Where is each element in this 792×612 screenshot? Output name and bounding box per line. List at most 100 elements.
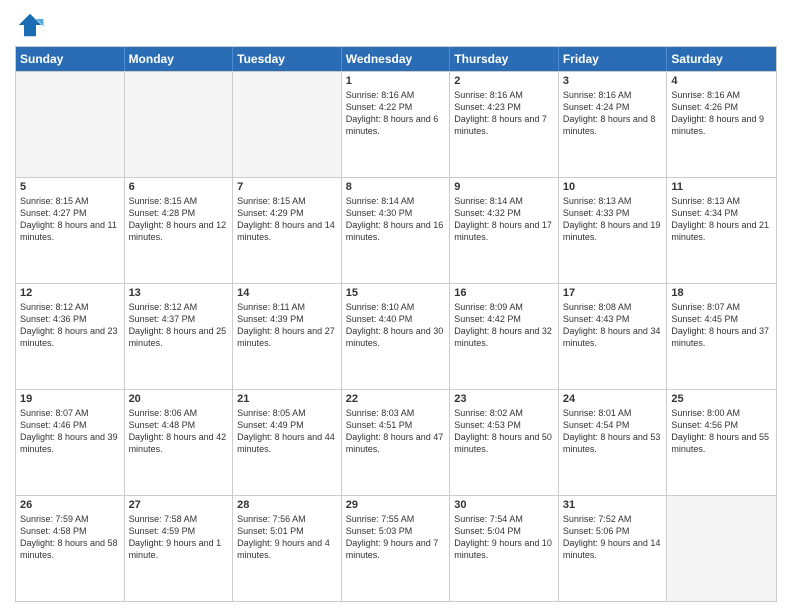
day-number: 18 <box>671 287 772 299</box>
calendar-cell: 17 Sunrise: 8:08 AM Sunset: 4:43 PM Dayli… <box>559 284 668 389</box>
day-info: Sunrise: 8:08 AM Sunset: 4:43 PM Dayligh… <box>563 301 663 350</box>
logo-icon <box>15 10 45 40</box>
day-number: 14 <box>237 287 337 299</box>
calendar-cell <box>125 72 234 177</box>
day-info: Sunrise: 8:07 AM Sunset: 4:45 PM Dayligh… <box>671 301 772 350</box>
calendar-cell: 1 Sunrise: 8:16 AM Sunset: 4:22 PM Daylig… <box>342 72 451 177</box>
calendar-cell: 24Sunrise: 8:01 AM Sunset: 4:54 PM Dayli… <box>559 390 668 495</box>
calendar-cell: 20Sunrise: 8:06 AM Sunset: 4:48 PM Dayli… <box>125 390 234 495</box>
calendar-body: 1 Sunrise: 8:16 AM Sunset: 4:22 PM Daylig… <box>16 71 776 601</box>
calendar-row: 1 Sunrise: 8:16 AM Sunset: 4:22 PM Daylig… <box>16 71 776 177</box>
day-number: 7 <box>237 181 337 193</box>
day-number: 31 <box>563 499 663 511</box>
day-number: 13 <box>129 287 229 299</box>
day-info: Sunrise: 8:12 AM Sunset: 4:36 PM Dayligh… <box>20 301 120 350</box>
day-info: Sunrise: 8:13 AM Sunset: 4:33 PM Dayligh… <box>563 195 663 244</box>
day-number: 17 <box>563 287 663 299</box>
day-info: Sunrise: 8:16 AM Sunset: 4:22 PM Dayligh… <box>346 89 446 138</box>
calendar-row: 5 Sunrise: 8:15 AM Sunset: 4:27 PM Daylig… <box>16 177 776 283</box>
day-number: 8 <box>346 181 446 193</box>
calendar-cell: 26 Sunrise: 7:59 AM Sunset: 4:58 PM Dayli… <box>16 496 125 601</box>
day-number: 3 <box>563 75 663 87</box>
day-info: Sunrise: 8:07 AM Sunset: 4:46 PM Dayligh… <box>20 407 120 456</box>
calendar-cell: 27Sunrise: 7:58 AM Sunset: 4:59 PM Dayli… <box>125 496 234 601</box>
calendar-cell: 31 Sunrise: 7:52 AM Sunset: 5:06 PM Dayli… <box>559 496 668 601</box>
calendar-cell: 9Sunrise: 8:14 AM Sunset: 4:32 PM Daylig… <box>450 178 559 283</box>
logo <box>15 10 49 40</box>
day-number: 19 <box>20 393 120 405</box>
day-info: Sunrise: 8:13 AM Sunset: 4:34 PM Dayligh… <box>671 195 772 244</box>
calendar-cell: 29 Sunrise: 7:55 AM Sunset: 5:03 PM Dayli… <box>342 496 451 601</box>
day-number: 10 <box>563 181 663 193</box>
day-info: Sunrise: 8:02 AM Sunset: 4:53 PM Dayligh… <box>454 407 554 456</box>
weekday-header: Wednesday <box>342 47 451 71</box>
calendar-row: 19 Sunrise: 8:07 AM Sunset: 4:46 PM Dayli… <box>16 389 776 495</box>
day-number: 24 <box>563 393 663 405</box>
day-number: 25 <box>671 393 772 405</box>
day-info: Sunrise: 7:55 AM Sunset: 5:03 PM Dayligh… <box>346 513 446 562</box>
calendar-cell <box>16 72 125 177</box>
calendar-row: 26 Sunrise: 7:59 AM Sunset: 4:58 PM Dayli… <box>16 495 776 601</box>
weekday-header: Friday <box>559 47 668 71</box>
calendar: SundayMondayTuesdayWednesdayThursdayFrid… <box>15 46 777 602</box>
day-number: 15 <box>346 287 446 299</box>
day-info: Sunrise: 8:05 AM Sunset: 4:49 PM Dayligh… <box>237 407 337 456</box>
calendar-cell: 3Sunrise: 8:16 AM Sunset: 4:24 PM Daylig… <box>559 72 668 177</box>
day-number: 4 <box>671 75 772 87</box>
calendar-cell: 30 Sunrise: 7:54 AM Sunset: 5:04 PM Dayli… <box>450 496 559 601</box>
calendar-cell: 7 Sunrise: 8:15 AM Sunset: 4:29 PM Daylig… <box>233 178 342 283</box>
day-info: Sunrise: 8:06 AM Sunset: 4:48 PM Dayligh… <box>129 407 229 456</box>
weekday-header: Thursday <box>450 47 559 71</box>
calendar-cell: 18 Sunrise: 8:07 AM Sunset: 4:45 PM Dayli… <box>667 284 776 389</box>
day-info: Sunrise: 7:54 AM Sunset: 5:04 PM Dayligh… <box>454 513 554 562</box>
weekday-header: Sunday <box>16 47 125 71</box>
calendar-cell: 21 Sunrise: 8:05 AM Sunset: 4:49 PM Dayli… <box>233 390 342 495</box>
calendar-cell: 10 Sunrise: 8:13 AM Sunset: 4:33 PM Dayli… <box>559 178 668 283</box>
day-info: Sunrise: 8:12 AM Sunset: 4:37 PM Dayligh… <box>129 301 229 350</box>
day-info: Sunrise: 8:16 AM Sunset: 4:26 PM Dayligh… <box>671 89 772 138</box>
calendar-cell: 2 Sunrise: 8:16 AM Sunset: 4:23 PM Daylig… <box>450 72 559 177</box>
day-info: Sunrise: 8:16 AM Sunset: 4:23 PM Dayligh… <box>454 89 554 138</box>
day-info: Sunrise: 8:11 AM Sunset: 4:39 PM Dayligh… <box>237 301 337 350</box>
page-header <box>15 10 777 40</box>
calendar-cell: 13 Sunrise: 8:12 AM Sunset: 4:37 PM Dayli… <box>125 284 234 389</box>
calendar-cell: 5 Sunrise: 8:15 AM Sunset: 4:27 PM Daylig… <box>16 178 125 283</box>
weekday-header: Monday <box>125 47 234 71</box>
day-info: Sunrise: 7:52 AM Sunset: 5:06 PM Dayligh… <box>563 513 663 562</box>
day-number: 1 <box>346 75 446 87</box>
calendar-cell: 12 Sunrise: 8:12 AM Sunset: 4:36 PM Dayli… <box>16 284 125 389</box>
day-info: Sunrise: 8:10 AM Sunset: 4:40 PM Dayligh… <box>346 301 446 350</box>
day-info: Sunrise: 7:56 AM Sunset: 5:01 PM Dayligh… <box>237 513 337 562</box>
day-number: 29 <box>346 499 446 511</box>
calendar-header: SundayMondayTuesdayWednesdayThursdayFrid… <box>16 47 776 71</box>
day-info: Sunrise: 8:15 AM Sunset: 4:29 PM Dayligh… <box>237 195 337 244</box>
day-number: 12 <box>20 287 120 299</box>
day-info: Sunrise: 7:59 AM Sunset: 4:58 PM Dayligh… <box>20 513 120 562</box>
day-info: Sunrise: 8:03 AM Sunset: 4:51 PM Dayligh… <box>346 407 446 456</box>
day-number: 21 <box>237 393 337 405</box>
calendar-cell: 15 Sunrise: 8:10 AM Sunset: 4:40 PM Dayli… <box>342 284 451 389</box>
calendar-cell <box>233 72 342 177</box>
day-info: Sunrise: 8:15 AM Sunset: 4:27 PM Dayligh… <box>20 195 120 244</box>
calendar-cell <box>667 496 776 601</box>
calendar-cell: 28Sunrise: 7:56 AM Sunset: 5:01 PM Dayli… <box>233 496 342 601</box>
calendar-cell: 4 Sunrise: 8:16 AM Sunset: 4:26 PM Daylig… <box>667 72 776 177</box>
calendar-cell: 23 Sunrise: 8:02 AM Sunset: 4:53 PM Dayli… <box>450 390 559 495</box>
day-number: 9 <box>454 181 554 193</box>
calendar-cell: 6Sunrise: 8:15 AM Sunset: 4:28 PM Daylig… <box>125 178 234 283</box>
day-number: 30 <box>454 499 554 511</box>
day-number: 6 <box>129 181 229 193</box>
calendar-cell: 8Sunrise: 8:14 AM Sunset: 4:30 PM Daylig… <box>342 178 451 283</box>
calendar-cell: 11 Sunrise: 8:13 AM Sunset: 4:34 PM Dayli… <box>667 178 776 283</box>
calendar-cell: 16Sunrise: 8:09 AM Sunset: 4:42 PM Dayli… <box>450 284 559 389</box>
weekday-header: Saturday <box>667 47 776 71</box>
day-number: 26 <box>20 499 120 511</box>
day-number: 11 <box>671 181 772 193</box>
day-number: 23 <box>454 393 554 405</box>
day-info: Sunrise: 8:09 AM Sunset: 4:42 PM Dayligh… <box>454 301 554 350</box>
calendar-cell: 22Sunrise: 8:03 AM Sunset: 4:51 PM Dayli… <box>342 390 451 495</box>
weekday-header: Tuesday <box>233 47 342 71</box>
day-number: 2 <box>454 75 554 87</box>
calendar-row: 12 Sunrise: 8:12 AM Sunset: 4:36 PM Dayli… <box>16 283 776 389</box>
day-number: 5 <box>20 181 120 193</box>
